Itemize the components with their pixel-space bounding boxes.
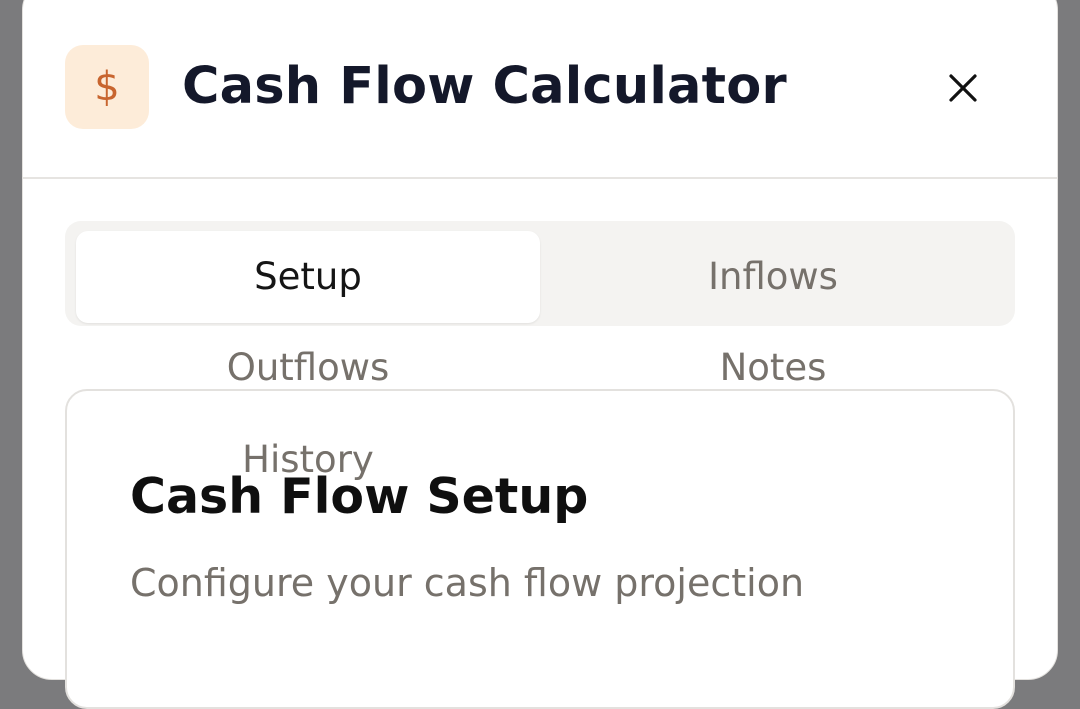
panel-subtitle: Configure your cash flow projection: [130, 561, 805, 605]
close-button[interactable]: [940, 65, 986, 111]
tab-outflows[interactable]: Outflows: [76, 346, 540, 390]
dollar-icon: $: [65, 45, 149, 129]
tab-notes[interactable]: Notes: [540, 346, 1006, 390]
tab-inflows[interactable]: Inflows: [540, 231, 1006, 323]
dialog-title: Cash Flow Calculator: [182, 57, 787, 116]
setup-panel: [65, 389, 1015, 709]
close-icon: [949, 74, 977, 102]
tab-history[interactable]: History: [76, 438, 540, 482]
tab-setup[interactable]: Setup: [76, 231, 540, 323]
